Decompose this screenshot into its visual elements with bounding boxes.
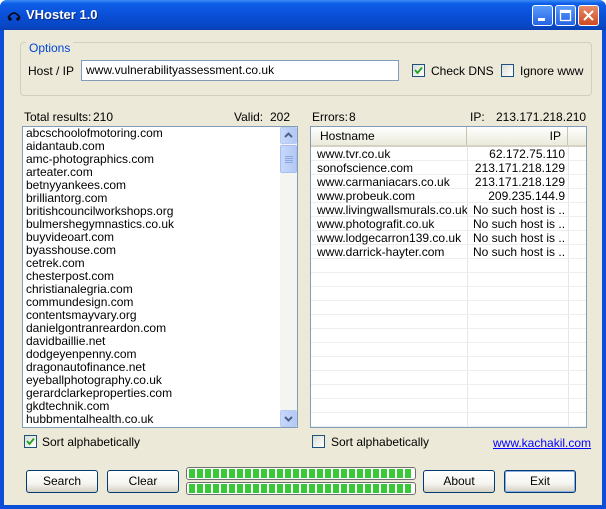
progress-bar-bottom — [186, 482, 416, 495]
ignore-www-label[interactable]: Ignore www — [520, 64, 583, 78]
chevron-up-icon — [284, 132, 293, 138]
table-row[interactable]: www.lodgecarron139.co.uk No such host is … — [311, 231, 586, 245]
host-label: Host / IP — [28, 64, 75, 78]
check-dns-label[interactable]: Check DNS — [431, 64, 494, 78]
results-list-items: abcschoolofmotoring.com aidantaub.com amc-… — [23, 127, 297, 426]
empty-row — [311, 413, 586, 427]
sort-errors-checkbox[interactable] — [312, 435, 325, 448]
maximize-icon — [559, 9, 572, 22]
table-row[interactable]: www.probeuk.com 209.235.144.9 — [311, 189, 586, 203]
client-area: Options Host / IP www.vulnerabilityasses… — [4, 30, 602, 505]
progress-fill-bottom — [189, 484, 413, 493]
about-button[interactable]: About — [423, 470, 495, 493]
hostname-cell: www.livingwallsmurals.co.uk — [317, 203, 467, 217]
sort-errors-label[interactable]: Sort alphabetically — [331, 435, 429, 449]
chevron-down-icon — [284, 416, 293, 422]
app-window: VHoster 1.0 Options Host / IP www.vulner… — [0, 0, 606, 509]
empty-row — [311, 329, 586, 343]
errors-label: Errors: — [312, 110, 348, 124]
hostname-cell: www.lodgecarron139.co.uk — [317, 231, 462, 245]
empty-row — [311, 371, 586, 385]
valid-label: Valid: — [234, 110, 264, 124]
errors-table-rows: www.tvr.co.uk 62.172.75.110 sonofscience.c… — [311, 147, 586, 427]
table-row[interactable]: www.darrick-hayter.com No such host is ..… — [311, 245, 586, 259]
results-list[interactable]: abcschoolofmotoring.com aidantaub.com amc-… — [22, 126, 298, 428]
results-scrollbar[interactable] — [280, 127, 297, 427]
window-title: VHoster 1.0 — [26, 7, 98, 22]
empty-row — [311, 385, 586, 399]
scroll-thumb[interactable] — [280, 145, 297, 173]
table-row[interactable]: sonofscience.com 213.171.218.129 — [311, 161, 586, 175]
ip-cell: No such host is ... — [473, 203, 565, 217]
checkmark-icon — [414, 66, 423, 75]
table-row[interactable]: www.carmaniacars.co.uk 213.171.218.129 — [311, 175, 586, 189]
sort-results-checkbox[interactable] — [24, 435, 37, 448]
progress-fill-top — [189, 469, 413, 478]
hostname-cell: sonofscience.com — [317, 161, 414, 175]
close-button[interactable] — [578, 5, 599, 26]
empty-row — [311, 399, 586, 413]
ip-cell: No such host is ... — [473, 231, 565, 245]
ip-cell: 62.172.75.110 — [489, 147, 565, 161]
hostname-cell: www.photografit.co.uk — [317, 217, 435, 231]
table-row[interactable]: www.tvr.co.uk 62.172.75.110 — [311, 147, 586, 161]
errors-table-header: Hostname IP — [311, 127, 586, 147]
check-dns-checkbox[interactable] — [412, 64, 425, 77]
total-results-label: Total results: — [24, 110, 92, 124]
total-results-value: 210 — [93, 110, 114, 124]
ip-cell: 209.235.144.9 — [488, 189, 565, 203]
ip-cell: 213.171.218.129 — [474, 175, 565, 189]
ignore-www-checkbox[interactable] — [501, 64, 514, 77]
hostname-cell: www.tvr.co.uk — [317, 147, 391, 161]
close-icon — [583, 10, 594, 21]
host-input[interactable]: www.vulnerabilityassessment.co.uk — [81, 60, 399, 81]
empty-row — [311, 259, 586, 273]
minimize-icon — [538, 18, 545, 21]
clear-button[interactable]: Clear — [107, 470, 179, 493]
options-group-title: Options — [26, 41, 74, 55]
ip-cell: No such host is ... — [473, 217, 565, 231]
app-icon — [7, 12, 21, 21]
scroll-down-button[interactable] — [280, 410, 297, 427]
ip-label: IP: — [470, 110, 485, 124]
table-row[interactable]: www.photografit.co.uk No such host is ... — [311, 217, 586, 231]
empty-row — [311, 315, 586, 329]
empty-row — [311, 357, 586, 371]
checkmark-icon — [26, 437, 35, 446]
title-bar[interactable]: VHoster 1.0 — [0, 0, 606, 30]
search-button[interactable]: Search — [26, 470, 98, 493]
ip-cell: 213.171.218.129 — [474, 161, 565, 175]
hostname-cell: www.probeuk.com — [317, 189, 416, 203]
errors-table[interactable]: Hostname IP www.tvr.co.uk 62.172.75.110 so… — [310, 126, 587, 428]
empty-row — [311, 287, 586, 301]
errors-value: 8 — [349, 110, 356, 124]
column-header-ip[interactable]: IP — [468, 127, 568, 145]
empty-row — [311, 343, 586, 357]
table-row[interactable]: www.livingwallsmurals.co.uk No such host … — [311, 203, 586, 217]
ip-value: 213.171.218.210 — [496, 110, 587, 124]
column-header-hostname[interactable]: Hostname — [311, 127, 467, 145]
hostname-cell: www.carmaniacars.co.uk — [317, 175, 450, 189]
minimize-button[interactable] — [532, 5, 553, 26]
sort-results-label[interactable]: Sort alphabetically — [42, 435, 140, 449]
maximize-button[interactable] — [555, 5, 576, 26]
ip-cell: No such host is ... — [473, 245, 565, 259]
exit-button[interactable]: Exit — [504, 470, 576, 493]
valid-value: 202 — [270, 110, 291, 124]
empty-row — [311, 301, 586, 315]
progress-bar-top — [186, 467, 416, 480]
website-link[interactable]: www.kachakil.com — [493, 436, 591, 450]
list-item[interactable]: hubbmentalhealth.co.uk — [23, 413, 297, 426]
hostname-cell: www.darrick-hayter.com — [317, 245, 445, 259]
empty-row — [311, 273, 586, 287]
scroll-up-button[interactable] — [280, 127, 297, 144]
